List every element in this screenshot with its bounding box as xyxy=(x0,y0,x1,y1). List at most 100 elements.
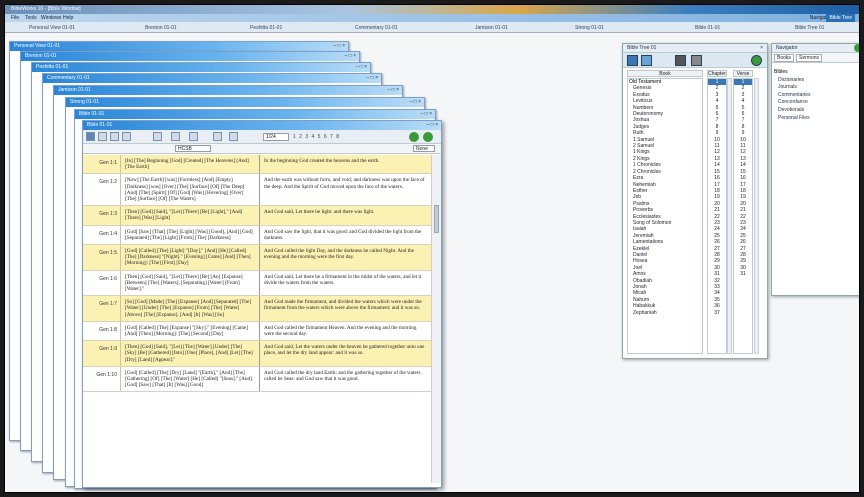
verse-list[interactable]: 1 2 3 4 5 6 7 8 9 10 11 12 13 14 15 16 17 18 19 20 21 22 23 24 2… xyxy=(733,78,753,354)
refresh-icon[interactable] xyxy=(423,132,433,142)
window-tab-strip: Personal View 01-01 Brenton 01-01 Peshit… xyxy=(5,22,859,33)
bible-tree-toolbar xyxy=(623,53,767,68)
verse-ref[interactable]: Gen 1:4 xyxy=(83,226,120,244)
bible-toolbar: 1/24 1 2 3 4 5 6 7 8 xyxy=(83,130,441,144)
verse-ref[interactable]: Gen 1:6 xyxy=(83,271,120,296)
window-controls-icon[interactable]: – □ × xyxy=(388,87,400,93)
tab-bible-tree[interactable]: Bible Tree 01 xyxy=(795,25,824,31)
verse-row[interactable]: Gen 1:7 [So] [God] [Made] [The] [Expanse]… xyxy=(83,296,431,322)
verse-text-right: And God called the firmament Heaven. And… xyxy=(264,324,417,338)
navigator-item[interactable]: Dictionaries xyxy=(772,77,859,85)
close-icon[interactable]: × xyxy=(760,45,763,51)
bible-window[interactable]: Bible 01-01 – □ × 1/24 1 2 3 4 5 6 7 8 HC… xyxy=(82,120,442,488)
grid-icon[interactable] xyxy=(691,55,702,66)
verse-row[interactable]: Gen 1:6 [Then] [God] [Said], "[Let] [Ther… xyxy=(83,270,431,297)
menu-windows[interactable]: Windows xyxy=(41,15,61,21)
verse-row[interactable]: Gen 1:2 [Now] [The Earth] [was] [Formless… xyxy=(83,174,431,207)
settings-icon[interactable] xyxy=(189,132,198,141)
verse-ref[interactable]: Gen 1:5 xyxy=(83,245,120,270)
verse-item[interactable]: 31 xyxy=(734,271,752,277)
note-icon[interactable] xyxy=(171,132,180,141)
window-controls-icon[interactable]: – □ × xyxy=(427,122,439,128)
search-icon[interactable] xyxy=(122,132,131,141)
verse-scrollbar[interactable] xyxy=(754,78,759,354)
bible-tree-panel[interactable]: Bible Tree 01 × Book Chapter Verse Old Te… xyxy=(622,43,768,359)
tab-bible[interactable]: Bible 01-01 xyxy=(695,25,720,31)
book-icon[interactable] xyxy=(641,55,652,66)
menu-tools[interactable]: Tools xyxy=(25,15,37,21)
navigator-item[interactable]: Concordance xyxy=(772,99,859,107)
chapter-list[interactable]: 1 2 3 4 5 6 7 8 9 10 11 12 13 14 15 16 17 18 19 20 21 22 23 24 2… xyxy=(707,78,727,354)
window-controls-icon[interactable]: – □ × xyxy=(345,53,357,59)
navigator-panel[interactable]: Navigator Books Sermons Bibles Dictionari… xyxy=(771,43,859,296)
tab-brenton[interactable]: Brenton 01-01 xyxy=(145,25,177,31)
verse-ref[interactable]: Gen 1:2 xyxy=(83,174,120,205)
print-icon[interactable] xyxy=(98,132,107,141)
verse-ref[interactable]: Gen 1:8 xyxy=(83,322,120,340)
bookmark-icon[interactable] xyxy=(153,132,162,141)
verse-ref[interactable]: Gen 1:1 xyxy=(83,155,120,173)
verse-ref[interactable]: Gen 1:10 xyxy=(83,367,120,392)
go-icon[interactable] xyxy=(751,55,762,66)
list-icon[interactable] xyxy=(675,55,686,66)
verse-text-right: And God said, Let there be a firmament i… xyxy=(264,273,422,286)
chapter-item[interactable]: 37 xyxy=(708,310,726,316)
navigator-item[interactable]: Commentaries xyxy=(772,92,859,100)
tab-sermons[interactable]: Sermons xyxy=(796,54,823,62)
window-controls-icon[interactable]: – □ × xyxy=(356,64,368,70)
verse-text-left: [God] [Called] [The] [Light] "[Day]," [A… xyxy=(120,245,260,270)
verse-row[interactable]: Gen 1:4 [God] [Saw] [That] [The] [Light] … xyxy=(83,225,431,246)
verse-text-right: And God made the firmament, and divided … xyxy=(264,299,422,312)
verse-text-right: And God called the dry land Earth; and t… xyxy=(264,369,421,383)
pin-icon[interactable] xyxy=(854,44,859,52)
navigator-item[interactable]: Bibles xyxy=(772,69,859,77)
verse-row[interactable]: Gen 1:5 [God] [Called] [The] [Light] "[Da… xyxy=(83,245,431,271)
window-controls-icon[interactable]: – □ × xyxy=(334,43,346,49)
tab-commentary[interactable]: Commentary 01-01 xyxy=(355,25,398,31)
menu-file[interactable]: File xyxy=(11,15,19,21)
verse-text-right: And the earth was without form, and void… xyxy=(264,177,425,190)
scroll-thumb[interactable] xyxy=(434,205,439,233)
verse-ref[interactable]: Gen 1:7 xyxy=(83,296,120,321)
page-field[interactable]: 1/24 xyxy=(263,133,289,141)
verse-row[interactable]: Gen 1:9 [Then] [God] [Said], "[Let] [The]… xyxy=(83,341,431,367)
verse-row[interactable]: Gen 1:10 [God] [Called] [The] [Dry] [Land… xyxy=(83,366,431,393)
verse-ref[interactable]: Gen 1:9 xyxy=(83,341,120,366)
version-select-left[interactable]: HCSB xyxy=(175,145,211,152)
menu-help[interactable]: Help xyxy=(63,15,73,21)
window-title: Commentary 01-01 xyxy=(47,75,90,81)
verse-text-left: [So] [God] [Made] [The] [Expanse] [And] … xyxy=(120,296,260,321)
tab-jamison[interactable]: Jamison 01-01 xyxy=(475,25,508,31)
verse-row[interactable]: Gen 1:8 [God] [Called] [The] [Expanse] "[… xyxy=(83,321,431,342)
version-select-right[interactable]: None xyxy=(413,145,435,152)
zoom-icon[interactable] xyxy=(229,132,238,141)
window-title: Brenton 01-01 xyxy=(25,53,57,59)
tab-personal-view[interactable]: Personal View 01-01 xyxy=(29,25,75,31)
bible-tree-toggle[interactable]: Bible Tree xyxy=(826,14,855,22)
navigator-item[interactable]: Journals xyxy=(772,84,859,92)
verse-text-left: [Then] [God] [Said], "[Let] [The] [Water… xyxy=(120,341,260,366)
window-title: Strong 01-01 xyxy=(70,99,99,105)
tab-books[interactable]: Books xyxy=(774,54,794,62)
page-numbers[interactable]: 1 2 3 4 5 6 7 8 xyxy=(293,134,340,140)
navigator-item[interactable]: Personal Files xyxy=(772,115,859,123)
copy-icon[interactable] xyxy=(110,132,119,141)
vertical-scrollbar[interactable] xyxy=(431,155,441,483)
verse-ref[interactable]: Gen 1:3 xyxy=(83,206,120,224)
bible-icon[interactable] xyxy=(627,55,638,66)
tab-peshitta[interactable]: Peshitta 01-01 xyxy=(250,25,282,31)
verse-row[interactable]: Gen 1:1 [In] [The] Beginning [God] [Creat… xyxy=(83,155,431,175)
window-controls-icon[interactable]: – □ × xyxy=(367,75,379,81)
window-controls-icon[interactable]: – □ × xyxy=(410,99,422,105)
navigator-item[interactable]: Devotionals xyxy=(772,107,859,115)
window-controls-icon[interactable]: – □ × xyxy=(421,111,433,117)
verse-row[interactable]: Gen 1:3 [Then] [God] [Said], "[Let] [Ther… xyxy=(83,206,431,226)
compare-icon[interactable] xyxy=(213,132,222,141)
tab-strong[interactable]: Strong 01-01 xyxy=(575,25,604,31)
chapter-scrollbar[interactable] xyxy=(727,78,732,354)
book-list[interactable]: Old Testament Genesis Exodus Leviticus Numbe… xyxy=(627,78,703,354)
book-item[interactable]: Zephaniah xyxy=(628,310,702,316)
layout-icon[interactable] xyxy=(86,132,95,141)
sync-icon[interactable] xyxy=(409,132,419,142)
window-title: Bible 01-01 xyxy=(79,111,105,117)
